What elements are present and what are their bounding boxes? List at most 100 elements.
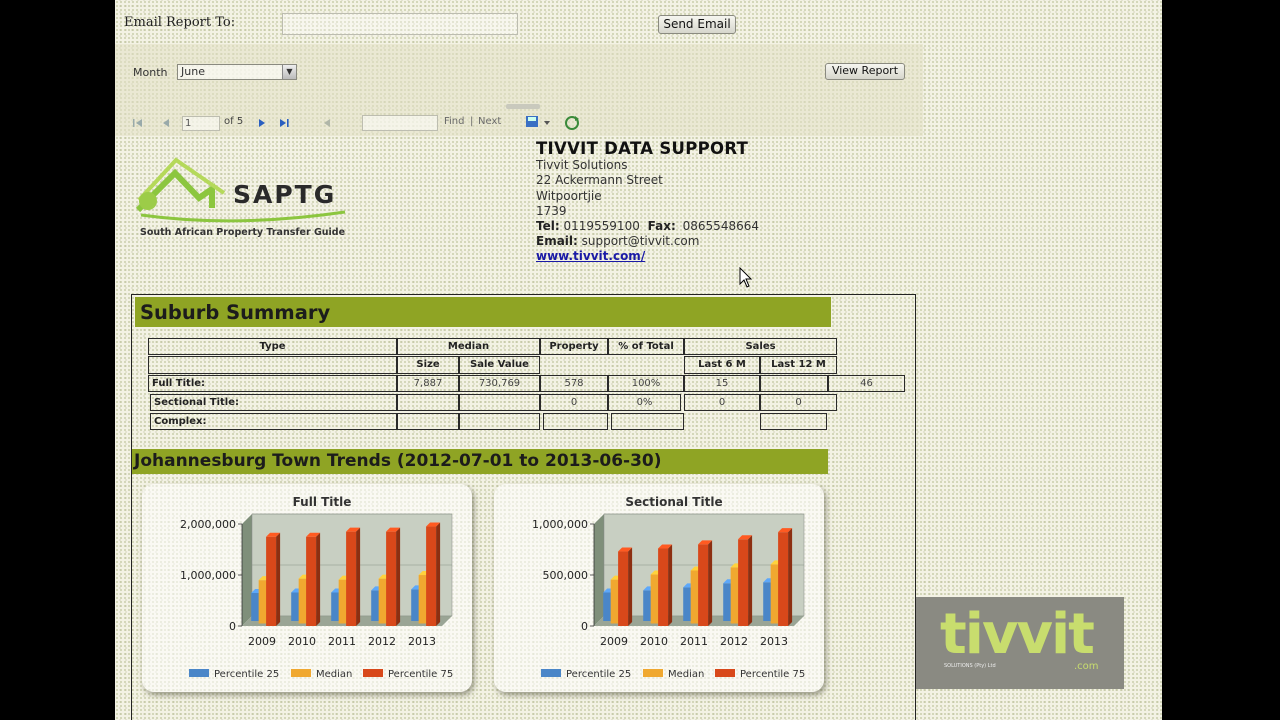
chart-card-full-title: Full Title 2,000,000 1,000,000 0 2009 2010 201…	[142, 484, 472, 692]
row-type-full-title: Full Title:	[148, 375, 397, 392]
send-email-button[interactable]: Send Email	[658, 15, 736, 34]
next-page-icon[interactable]	[256, 117, 268, 129]
legend-swatch	[291, 669, 311, 677]
x-tick-label: 2013	[408, 635, 436, 648]
bar-side	[356, 527, 361, 626]
legend-label: Percentile 25	[214, 669, 279, 680]
next-link[interactable]: Next	[478, 116, 501, 127]
logo-text: SAPTG	[233, 180, 337, 209]
company-postcode: 1739	[536, 203, 567, 218]
chart-side-wall	[594, 514, 604, 626]
bar-front	[698, 544, 709, 626]
table-cell: 15	[684, 375, 760, 392]
bar-percentile-75-2011	[346, 527, 361, 626]
col-header-sales: Sales	[684, 338, 837, 355]
email-value: support@tivvit.com	[581, 234, 700, 249]
y-tick-label: 1,000,000	[180, 569, 236, 582]
legend-swatch	[715, 669, 735, 677]
chart-card-sectional-title: Sectional Title 1,000,000 500,000 0 2009 2010…	[494, 484, 824, 692]
bar-side	[788, 528, 793, 626]
bar-percentile-75-2009	[618, 547, 633, 626]
x-tick-label: 2012	[720, 635, 748, 648]
export-icon[interactable]	[525, 114, 551, 130]
bar-front	[738, 539, 749, 626]
legend-label: Median	[316, 669, 352, 680]
x-tick-label: 2011	[680, 635, 708, 648]
legend-label: Percentile 75	[388, 669, 453, 680]
logo-subtitle: South African Property Transfer Guide	[140, 227, 346, 238]
y-tick-label: 0	[581, 620, 588, 633]
table-cell: 0	[684, 394, 760, 411]
full-title-chart: Full Title 2,000,000 1,000,000 0 2009 2010 201…	[180, 495, 453, 680]
chevron-down-icon[interactable]: ▼	[282, 65, 296, 79]
bar-side	[668, 544, 673, 626]
bar-percentile-75-2009	[266, 532, 281, 626]
month-select[interactable]: June ▼	[177, 64, 297, 80]
x-tick-label: 2010	[640, 635, 668, 648]
tivvit-corner-logo: tivvit SOLUTIONS (Pty) Ltd .com	[916, 597, 1124, 689]
row-type-sectional-title: Sectional Title:	[150, 394, 397, 411]
bar-percentile-75-2012	[386, 527, 401, 626]
y-tick-label: 0	[229, 620, 236, 633]
bar-front	[778, 532, 789, 626]
y-tick-label: 2,000,000	[180, 518, 236, 531]
last-page-icon[interactable]	[278, 117, 292, 129]
company-title: TIVVIT DATA SUPPORT	[536, 139, 749, 158]
company-street: 22 Ackermann Street	[536, 173, 663, 188]
bar-side	[628, 547, 633, 626]
table-cell: 46	[828, 375, 905, 392]
email-report-input[interactable]	[282, 13, 518, 35]
tivvit-logo-com: .com	[1074, 661, 1099, 672]
x-tick-label: 2011	[328, 635, 356, 648]
table-cell	[459, 394, 540, 411]
page-number-input[interactable]: 1	[182, 116, 220, 131]
col-header-median: Median	[397, 338, 540, 355]
month-label: Month	[133, 66, 168, 79]
col-header-last-6m: Last 6 M	[684, 356, 760, 374]
bar-percentile-75-2013	[778, 528, 793, 626]
town-trends-header: Johannesburg Town Trends (2012-07-01 to …	[132, 449, 828, 474]
bar-percentile-75-2013	[426, 522, 441, 626]
x-tick-label: 2009	[600, 635, 628, 648]
prev-page-icon[interactable]	[159, 117, 173, 129]
chart-title: Full Title	[293, 495, 352, 509]
y-tick-label: 500,000	[543, 569, 589, 582]
table-cell	[543, 413, 608, 430]
y-tick-label: 1,000,000	[532, 518, 588, 531]
bar-side	[748, 535, 753, 626]
back-icon[interactable]	[320, 117, 334, 129]
table-cell	[760, 413, 827, 430]
bar-percentile-75-2010	[658, 544, 673, 626]
legend-label: Median	[668, 669, 704, 680]
email-label: Email:	[536, 234, 578, 249]
fax-label: Fax:	[647, 219, 676, 234]
table-cell: 100%	[608, 375, 684, 392]
table-cell	[459, 413, 540, 430]
x-tick-label: 2010	[288, 635, 316, 648]
bar-front	[306, 536, 317, 626]
first-page-icon[interactable]	[131, 117, 145, 129]
col-header-sale-value: Sale Value	[459, 356, 540, 374]
website-link[interactable]: www.tivvit.com/	[536, 249, 645, 263]
legend-label: Percentile 75	[740, 669, 805, 680]
view-report-button[interactable]: View Report	[825, 63, 905, 80]
table-cell	[611, 413, 684, 430]
table-cell: 578	[540, 375, 608, 392]
bar-front	[658, 548, 669, 626]
table-cell	[397, 413, 459, 430]
refresh-icon[interactable]	[564, 115, 580, 131]
find-link[interactable]: Find	[444, 116, 465, 127]
parameter-splitter-handle[interactable]	[506, 104, 540, 109]
legend-swatch	[643, 669, 663, 677]
company-name: Tivvit Solutions	[536, 158, 628, 173]
bar-side	[708, 540, 713, 626]
email-line: Email: support@tivvit.com	[536, 234, 759, 249]
find-text-input[interactable]	[362, 115, 438, 131]
window-edge	[1162, 0, 1280, 720]
col-header-last-12m: Last 12 M	[760, 356, 837, 374]
col-header-size: Size	[397, 356, 459, 374]
fax-value: 0865548664	[682, 219, 759, 234]
col-header-type: Type	[148, 338, 397, 355]
col-header-property: Property	[540, 338, 608, 355]
town-trends-title: Johannesburg Town Trends (2012-07-01 to …	[134, 451, 662, 471]
